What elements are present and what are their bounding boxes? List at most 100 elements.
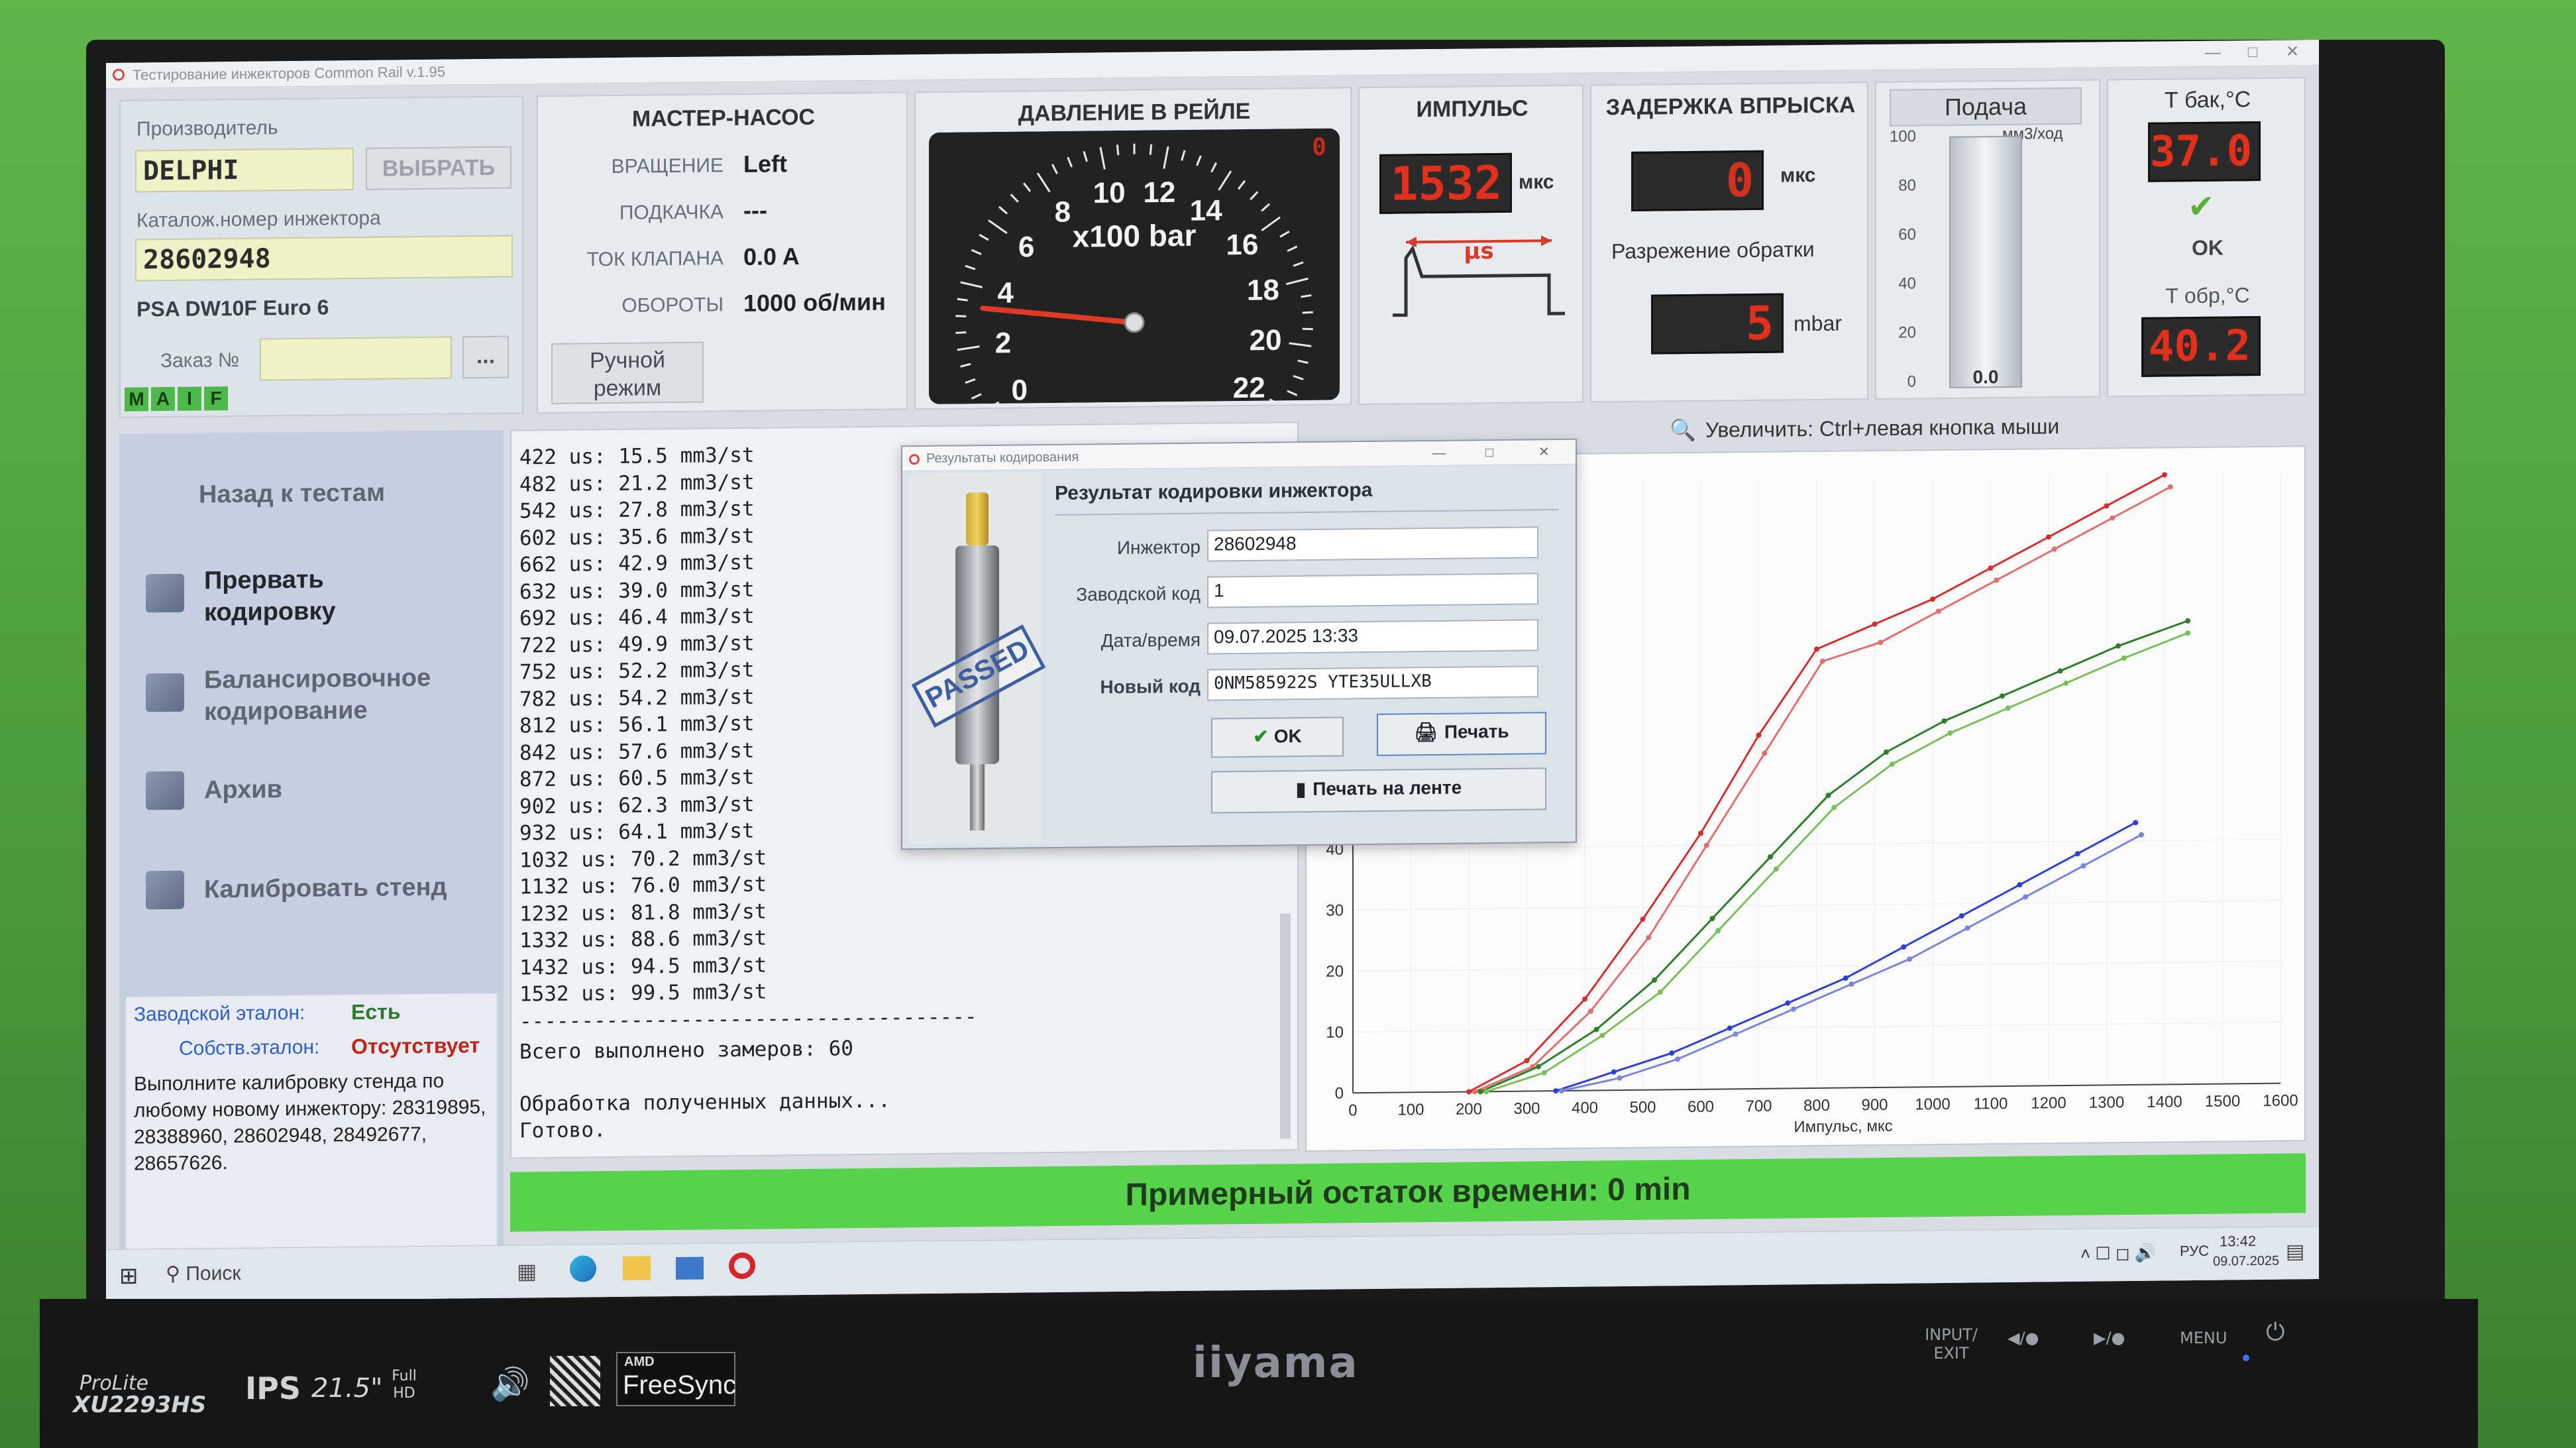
chart-icon <box>146 673 184 712</box>
data-point <box>2121 655 2127 661</box>
data-point <box>2080 863 2086 869</box>
series-line <box>1479 620 2188 1093</box>
x-tick-label: 1200 <box>2031 1094 2066 1113</box>
balance-coding-button[interactable]: Балансировочное кодирование <box>146 662 490 732</box>
rpm-value: 1000 об/мин <box>743 288 886 317</box>
manual-mode-button[interactable]: Ручной режим <box>551 341 704 404</box>
gauge-label: 22 <box>1233 372 1265 404</box>
taskview-icon[interactable]: ▦ <box>517 1258 537 1284</box>
close-button[interactable]: ✕ <box>2273 41 2312 63</box>
data-point <box>1657 989 1663 995</box>
data-point <box>1675 1056 1680 1062</box>
order-browse-button[interactable]: ... <box>462 335 509 379</box>
tray-lang[interactable]: РУС <box>2180 1243 2209 1260</box>
dialog-maximize-button[interactable]: □ <box>1485 441 1493 465</box>
new-code-field[interactable]: 0NM585922S YTE35ULLXB <box>1207 665 1538 701</box>
log-scrollbar[interactable] <box>1280 913 1291 1139</box>
ok-check-icon: ✔ <box>1253 726 1269 747</box>
dialog-minimize-button[interactable]: — <box>1432 441 1446 465</box>
manufacturer-field[interactable]: DELPHI <box>135 148 354 193</box>
factory-ref-value: Есть <box>351 999 401 1025</box>
maximize-button[interactable]: □ <box>2233 42 2273 64</box>
explorer-icon[interactable] <box>623 1256 651 1280</box>
ok-label: OK <box>1273 726 1302 747</box>
data-point <box>2133 820 2139 826</box>
data-point <box>1703 842 1709 848</box>
archive-button[interactable]: Архив <box>146 768 490 818</box>
factory-code-field[interactable]: 1 <box>1207 573 1538 608</box>
injector-field[interactable]: 28602948 <box>1207 526 1538 562</box>
print-tape-button[interactable]: ▮ Печать на ленте <box>1211 767 1546 814</box>
volume-right-button[interactable]: ▶/● <box>2094 1329 2125 1347</box>
gauge-label: 8 <box>1055 196 1071 229</box>
data-point <box>1941 718 1947 724</box>
print-button[interactable]: 🖨 Печать <box>1377 712 1546 756</box>
notification-icon[interactable]: ▤ <box>2286 1240 2304 1263</box>
data-point <box>1907 956 1912 962</box>
tape-printer-icon: ▮ <box>1295 779 1307 800</box>
taskbar-search[interactable]: ⚲ Поиск <box>166 1262 241 1286</box>
feed-title: Подача <box>1890 87 2082 127</box>
volume-left-button[interactable]: ◀/● <box>2008 1329 2039 1347</box>
data-point <box>1762 750 1768 756</box>
time-remaining-bar: Примерный остаток времени: 0 min <box>510 1153 2306 1232</box>
power-button[interactable]: ⏻ <box>2266 1319 2284 1347</box>
print-label: Печать <box>1444 720 1509 742</box>
back-to-tests-button[interactable]: Назад к тестам <box>199 478 385 511</box>
datetime-label: Дата/время <box>1100 629 1201 651</box>
data-point <box>2017 882 2023 888</box>
series-line <box>1561 834 2142 1092</box>
gauge-label: 10 <box>1093 177 1126 210</box>
x-tick-label: 600 <box>1688 1098 1714 1116</box>
start-icon[interactable]: ⊞ <box>119 1262 138 1289</box>
input-exit-button[interactable]: INPUT/ EXIT <box>1921 1325 1981 1363</box>
minimize-button[interactable]: — <box>2193 42 2233 64</box>
data-point <box>2057 668 2063 674</box>
calibrate-stand-button[interactable]: Калибровать стенд <box>146 867 490 917</box>
feed-value: 0.0 <box>1972 366 1999 388</box>
select-manufacturer-button[interactable]: ВЫБРАТЬ <box>366 146 511 190</box>
ok-button[interactable]: ✔ OK <box>1211 716 1344 758</box>
injector-image: PASSED <box>909 472 1046 845</box>
gauge-tick <box>955 315 967 317</box>
tray-time[interactable]: 13:42 <box>2220 1233 2256 1251</box>
impulse-diagram-label: µs <box>1464 238 1493 264</box>
data-point <box>1785 1000 1791 1006</box>
mail-icon[interactable] <box>676 1256 704 1280</box>
catalog-field[interactable]: 28602948 <box>135 235 513 282</box>
data-point <box>1947 730 1953 736</box>
data-point <box>1611 1069 1617 1075</box>
engine-label: PSA DW10F Euro 6 <box>136 295 329 321</box>
opera-icon[interactable] <box>729 1252 755 1280</box>
feed-scale-100: 100 <box>1889 127 1916 146</box>
data-point <box>2185 618 2190 624</box>
data-point <box>2046 534 2051 540</box>
manufacturer-panel: Производитель DELPHI ВЫБРАТЬ Каталож.ном… <box>119 95 523 418</box>
data-point <box>1698 830 1703 836</box>
abort-coding-button[interactable]: Прервать кодировку <box>146 563 490 632</box>
data-point <box>2005 705 2011 711</box>
impulse-unit: мкс <box>1519 171 1554 194</box>
rpm-label: ОБОРОТЫ <box>621 294 724 317</box>
datetime-field[interactable]: 09.07.2025 13:33 <box>1207 619 1538 655</box>
data-point <box>2051 546 2057 552</box>
data-point <box>1884 749 1889 755</box>
x-tick-label: 1300 <box>2089 1093 2124 1112</box>
data-point <box>1878 640 1884 645</box>
edge-icon[interactable] <box>570 1255 596 1282</box>
reference-info: Заводской эталон: Есть Собств.эталон: От… <box>126 993 497 1262</box>
feed-scale-40: 40 <box>1898 274 1916 293</box>
dialog-title: Результаты кодирования <box>926 449 1079 467</box>
monitor-brand: iiyama <box>1193 1339 1359 1388</box>
return-vacuum-display: 5 <box>1651 293 1784 355</box>
data-point <box>1652 977 1657 983</box>
calibration-note: Выполните калибровку стенда по любому но… <box>134 1070 486 1175</box>
valve-current-label: ТОК КЛАПАНА <box>586 247 724 271</box>
order-field[interactable] <box>260 336 452 381</box>
tray-date[interactable]: 09.07.2025 <box>2213 1254 2279 1270</box>
mode-tags: M A I F <box>125 386 228 412</box>
menu-button[interactable]: MENU <box>2180 1329 2227 1347</box>
x-tick-label: 1400 <box>2147 1093 2182 1111</box>
dialog-titlebar: Результаты кодирования — □ ✕ <box>902 439 1576 472</box>
dialog-close-button[interactable]: ✕ <box>1538 440 1550 464</box>
